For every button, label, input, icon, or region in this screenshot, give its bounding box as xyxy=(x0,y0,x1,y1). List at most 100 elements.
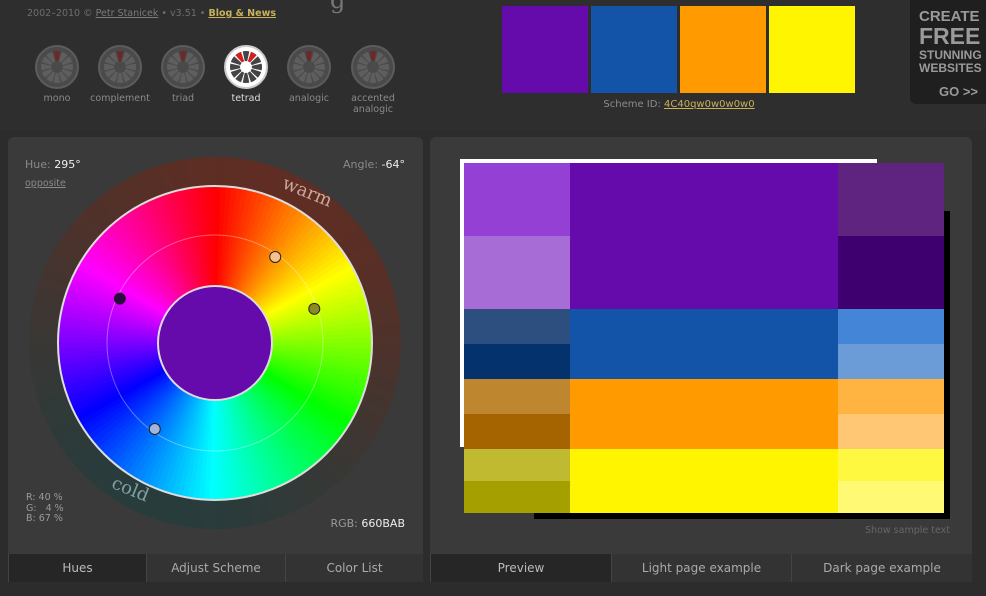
mode-icon-segment xyxy=(179,51,187,62)
angle-readout: Angle: -64° xyxy=(330,158,405,171)
rgb-value: 660BAB xyxy=(361,517,405,530)
logo: g xyxy=(330,0,346,14)
scheme-id: Scheme ID: 4C40qw0w0w0w0 xyxy=(502,99,856,110)
scheme-mode-label: triad xyxy=(171,93,195,104)
mode-icon-segment xyxy=(314,63,325,71)
primary-hue-handle[interactable] xyxy=(113,292,126,305)
scheme-mode-complement[interactable]: complement xyxy=(85,45,155,104)
mode-icon-segment xyxy=(369,72,377,83)
tab-dark-page-example[interactable]: Dark page example xyxy=(791,554,972,582)
secondary-hue-handle-3[interactable] xyxy=(148,423,161,436)
scheme-id-label: Scheme ID: xyxy=(603,99,661,110)
preview-swatch-left[interactable] xyxy=(464,309,570,344)
mode-icon-segment xyxy=(230,63,241,71)
scheme-swatch-primary[interactable] xyxy=(502,6,588,93)
mode-icon-segment xyxy=(305,51,313,62)
mode-icon-segment xyxy=(251,63,262,71)
preview-swatch-main[interactable] xyxy=(570,163,838,309)
preview-swatch-right[interactable] xyxy=(838,379,944,414)
preview-swatch-right[interactable] xyxy=(838,449,944,481)
hue-value: 295° xyxy=(54,158,81,171)
blog-news-link[interactable]: Blog & News xyxy=(208,8,276,19)
angle-value: -64° xyxy=(381,158,405,171)
mode-icon-segment xyxy=(53,51,61,62)
preview-swatch-right[interactable] xyxy=(838,309,944,344)
right-tabs: Preview Light page example Dark page exa… xyxy=(430,554,972,582)
tab-color-list[interactable]: Color List xyxy=(285,554,423,582)
mode-icon-segment xyxy=(305,72,313,83)
tab-preview[interactable]: Preview xyxy=(430,554,611,582)
show-sample-text-link[interactable]: Show sample text xyxy=(820,525,950,536)
selected-color-disc xyxy=(157,285,273,401)
color-wheel[interactable]: warmcold xyxy=(29,157,401,529)
mode-icon-segment xyxy=(41,63,52,71)
left-tabs: Hues Adjust Scheme Color List xyxy=(8,554,423,582)
rgb-percent-readout: R: 40 % G: 4 % B: 67 % xyxy=(26,492,64,524)
secondary-hue-handle-1[interactable] xyxy=(269,250,282,263)
rgb-label: RGB: xyxy=(330,517,358,530)
create-free-websites-ad[interactable]: CREATE FREE STUNNING WEBSITES GO >> xyxy=(910,0,986,104)
scheme-id-link[interactable]: 4C40qw0w0w0w0 xyxy=(664,99,755,110)
scheme-swatch-2[interactable] xyxy=(591,6,677,93)
scheme-mode-label: mono xyxy=(43,93,71,104)
preview-swatch-main[interactable] xyxy=(570,379,838,449)
preview-swatch-main[interactable] xyxy=(570,309,838,379)
scheme-mode-triad[interactable]: triad xyxy=(148,45,218,104)
preview-swatch-left[interactable] xyxy=(464,236,570,309)
mode-icon-segment xyxy=(293,63,304,71)
tetrad-icon xyxy=(224,45,268,89)
triad-icon xyxy=(161,45,205,89)
scheme-mode-mono[interactable]: mono xyxy=(22,45,92,104)
hue-label: Hue: xyxy=(25,158,51,171)
preview-swatch-right[interactable] xyxy=(838,414,944,449)
mode-icon-segment xyxy=(369,51,377,62)
scheme-mode-tetrad[interactable]: tetrad xyxy=(211,45,281,104)
mode-icon-segment xyxy=(116,51,124,62)
angle-label: Angle: xyxy=(343,158,379,171)
scheme-mode-analogic[interactable]: analogic xyxy=(274,45,344,104)
preview-swatch-left[interactable] xyxy=(464,379,570,414)
preview-swatch-left[interactable] xyxy=(464,344,570,379)
mode-icon-segment xyxy=(378,63,389,71)
scheme-mode-label: accented analogic xyxy=(351,93,395,115)
credits: 2002–2010 © Petr Stanicek • v3.51 • Blog… xyxy=(27,8,276,19)
tab-hues[interactable]: Hues xyxy=(8,554,146,582)
preview-swatch-right[interactable] xyxy=(838,344,944,379)
mode-icon-segment xyxy=(357,63,368,71)
mode-icon-segment xyxy=(116,72,124,83)
mode-icon-segment xyxy=(62,63,73,71)
scheme-preview xyxy=(460,159,950,519)
scheme-swatch-4[interactable] xyxy=(769,6,855,93)
scheme-mode-label: analogic xyxy=(288,93,329,104)
secondary-hue-handle-2[interactable] xyxy=(308,302,321,315)
tab-adjust-scheme[interactable]: Adjust Scheme xyxy=(146,554,285,582)
preview-swatch-right[interactable] xyxy=(838,481,944,513)
mode-icon-segment xyxy=(242,51,250,62)
credits-text: 2002–2010 © xyxy=(27,8,93,19)
ad-line-4: WEBSITES xyxy=(919,61,982,75)
tab-light-page-example[interactable]: Light page example xyxy=(611,554,791,582)
preview-swatch-right[interactable] xyxy=(838,236,944,309)
mono-icon xyxy=(35,45,79,89)
preview-swatch-left[interactable] xyxy=(464,481,570,513)
scheme-mode-accented-analogic[interactable]: accented analogic xyxy=(338,45,408,115)
mode-icon-segment xyxy=(104,63,115,71)
scheme-mode-label: tetrad xyxy=(231,93,261,104)
analogic-icon xyxy=(287,45,331,89)
mode-icon-segment xyxy=(179,72,187,83)
preview-swatch-left[interactable] xyxy=(464,414,570,449)
rgb-hex-readout: RGB: 660BAB xyxy=(300,517,405,530)
scheme-swatch-3[interactable] xyxy=(680,6,766,93)
preview-swatch-main[interactable] xyxy=(570,449,838,513)
complement-icon xyxy=(98,45,142,89)
mode-icon-segment xyxy=(167,63,178,71)
ad-go-link[interactable]: GO >> xyxy=(919,84,986,99)
preview-swatch-left[interactable] xyxy=(464,163,570,236)
preview-swatch-right[interactable] xyxy=(838,163,944,236)
preview-swatch-left[interactable] xyxy=(464,449,570,481)
author-link[interactable]: Petr Stanicek xyxy=(96,8,159,19)
mode-icon-segment xyxy=(188,63,199,71)
hue-readout: Hue: 295° xyxy=(25,158,81,171)
opposite-link[interactable]: opposite xyxy=(25,178,66,189)
accented-analogic-icon xyxy=(351,45,395,89)
